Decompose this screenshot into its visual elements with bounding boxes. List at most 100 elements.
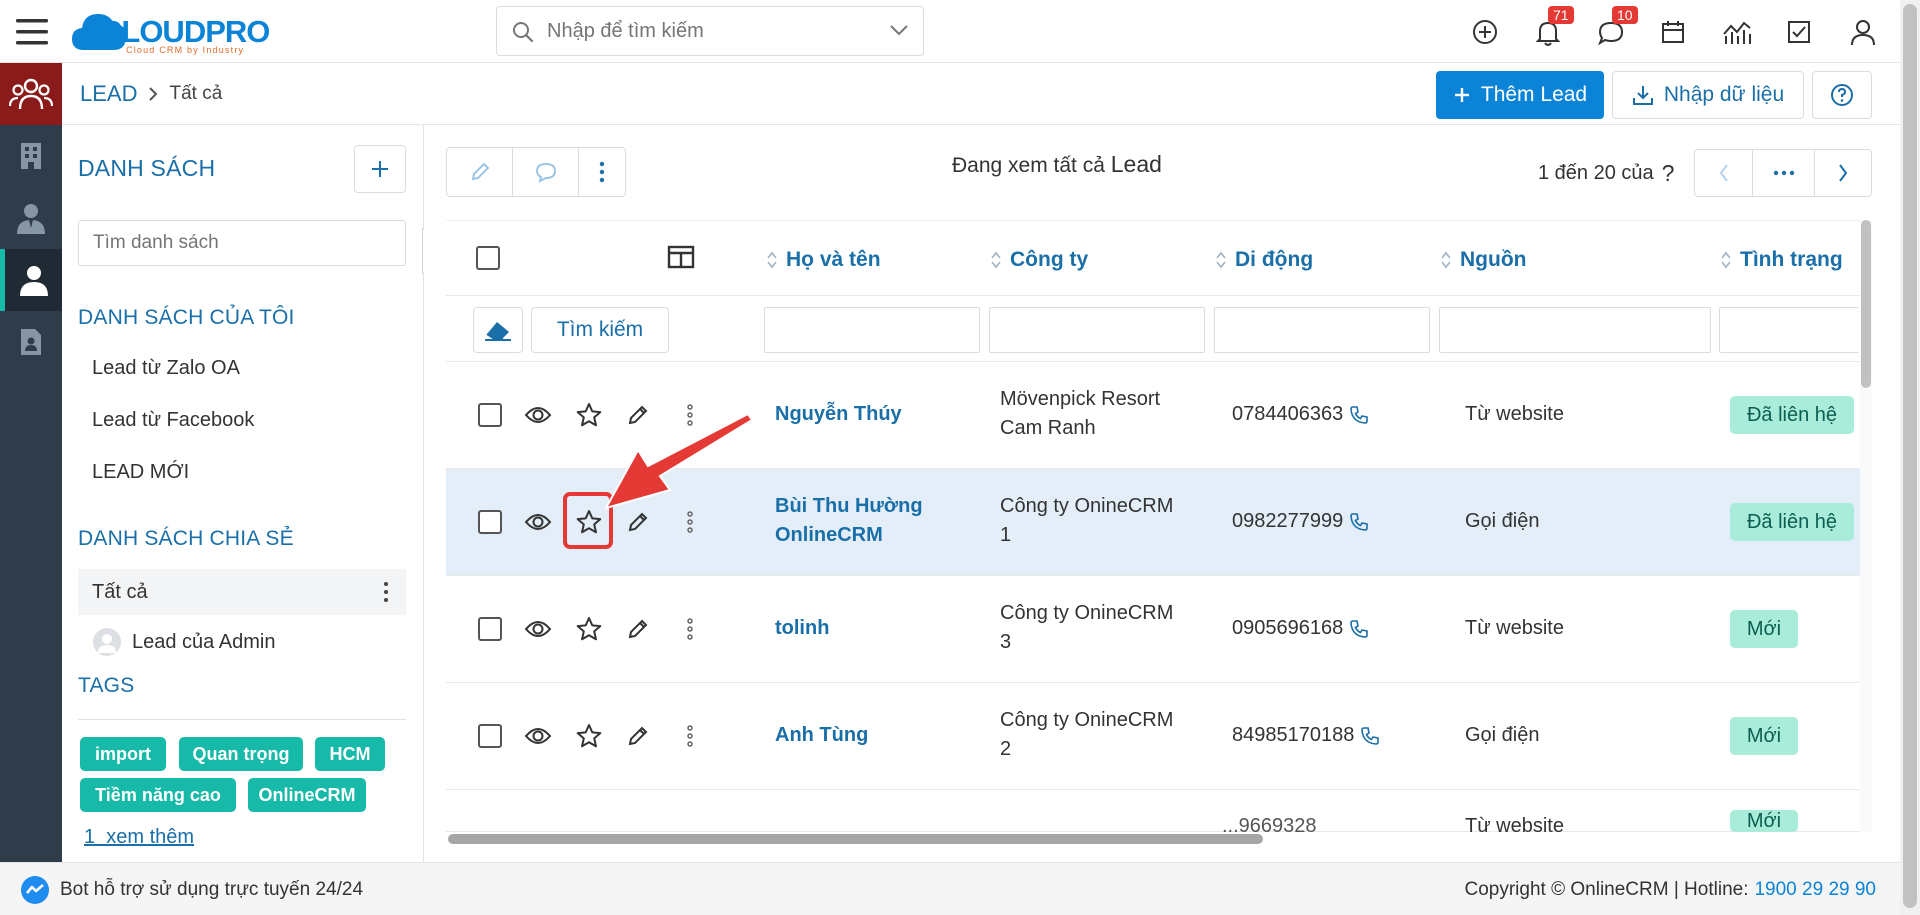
row-checkbox[interactable] [478, 510, 502, 534]
add-list-button[interactable] [354, 145, 406, 193]
help-button[interactable] [1812, 71, 1872, 119]
column-layout-icon[interactable] [667, 245, 695, 269]
clear-filter-button[interactable] [473, 307, 523, 353]
filter-company-input[interactable] [989, 307, 1205, 353]
rail-item-organizations[interactable] [0, 125, 62, 187]
breadcrumb-module-link[interactable]: LEAD [80, 81, 137, 107]
tag-chip[interactable]: Tiềm năng cao [80, 778, 236, 812]
sidebar-list-item-active[interactable]: Tất cả [78, 569, 406, 615]
filter-mobile-input[interactable] [1214, 307, 1430, 353]
rail-item-documents[interactable] [0, 311, 62, 373]
sidebar-list-item[interactable]: LEAD MỚI [92, 461, 189, 484]
import-data-button[interactable]: Nhập dữ liệu [1612, 71, 1804, 119]
list-search-input[interactable] [78, 220, 406, 266]
lead-name-link[interactable]: tolinh [775, 614, 829, 643]
edit-pencil-icon[interactable] [626, 617, 650, 641]
tasks-checkbox-icon[interactable] [1786, 19, 1812, 45]
star-icon[interactable] [575, 401, 603, 429]
phone-call-icon[interactable] [1360, 726, 1380, 746]
tag-chip[interactable]: HCM [315, 737, 385, 771]
next-page-button[interactable] [1815, 150, 1871, 196]
viewing-prefix: Đang xem tất cả [952, 154, 1105, 177]
sidebar-list-item[interactable]: Lead từ Zalo OA [92, 357, 240, 380]
filter-name-input[interactable] [764, 307, 980, 353]
row-checkbox[interactable] [478, 724, 502, 748]
sort-icon [1721, 251, 1731, 269]
company-cell: Công ty OnineCRM 2 [1000, 706, 1173, 764]
view-eye-icon[interactable] [524, 726, 552, 746]
table-vertical-scrollbar-thumb[interactable] [1861, 220, 1871, 388]
more-vertical-icon[interactable] [382, 581, 390, 603]
mass-comment-button[interactable] [513, 148, 579, 196]
column-header-source[interactable]: Nguồn [1440, 248, 1526, 272]
global-search-input[interactable] [547, 15, 867, 47]
edit-pencil-icon[interactable] [626, 724, 650, 748]
page-vertical-scrollbar-thumb[interactable] [1903, 4, 1917, 908]
rail-item-leads[interactable] [0, 249, 62, 311]
lead-person-icon [19, 266, 48, 296]
lead-name-link[interactable]: Anh Tùng [775, 721, 868, 750]
column-header-mobile[interactable]: Di động [1215, 248, 1313, 272]
row-more-icon[interactable] [686, 617, 694, 641]
star-icon[interactable] [575, 615, 603, 643]
hamburger-menu-icon[interactable] [14, 14, 50, 50]
sidebar-list-item-admin[interactable]: Lead của Admin [92, 627, 275, 657]
sidebar-list-item[interactable]: Lead từ Facebook [92, 409, 254, 432]
user-profile-icon[interactable] [1850, 18, 1876, 46]
rail-item-customers[interactable] [0, 63, 62, 125]
jump-page-button[interactable] [1753, 150, 1815, 196]
phone-call-icon[interactable] [1349, 405, 1369, 425]
filter-search-button[interactable]: Tìm kiếm [531, 307, 669, 353]
row-checkbox[interactable] [478, 403, 502, 427]
rail-item-contacts[interactable] [0, 187, 62, 249]
pagination-info: 1 đến 20 của ? [1538, 160, 1674, 187]
column-header-company[interactable]: Công ty [990, 248, 1088, 272]
more-actions-button[interactable] [579, 148, 625, 196]
phone-call-icon[interactable] [1349, 619, 1369, 639]
add-new-icon[interactable] [1472, 19, 1498, 45]
calendar-icon[interactable] [1660, 19, 1686, 45]
bot-support-text[interactable]: Bot hỗ trợ sử dụng trực tuyến 24/24 [60, 879, 363, 901]
phone-call-icon[interactable] [1349, 512, 1369, 532]
star-icon[interactable] [575, 722, 603, 750]
chevron-left-icon [1719, 164, 1728, 182]
global-search[interactable] [496, 6, 924, 56]
see-more-tags-link[interactable]: 1 xem thêm [84, 826, 194, 849]
filter-status-input[interactable] [1719, 307, 1859, 353]
horizontal-scrollbar[interactable] [446, 832, 1860, 846]
select-all-checkbox[interactable] [476, 246, 500, 270]
app-logo[interactable]: CLOUDPRO Cloud CRM by Industry [70, 4, 300, 60]
mass-action-toolbar [446, 147, 626, 197]
table-vertical-scrollbar[interactable] [1860, 220, 1872, 832]
filter-source-input[interactable] [1439, 307, 1711, 353]
reports-chart-icon[interactable] [1722, 18, 1752, 46]
pagination-total-unknown[interactable]: ? [1662, 160, 1675, 187]
view-eye-icon[interactable] [524, 619, 552, 639]
row-more-icon[interactable] [686, 724, 694, 748]
messenger-icon[interactable] [20, 875, 50, 905]
page-vertical-scrollbar[interactable] [1900, 0, 1920, 915]
row-checkbox[interactable] [478, 617, 502, 641]
chevron-down-icon[interactable] [889, 23, 909, 37]
help-circle-icon [1831, 84, 1853, 106]
tag-chip[interactable]: OnlineCRM [248, 778, 366, 812]
view-eye-icon[interactable] [524, 512, 552, 532]
row-more-icon[interactable] [686, 510, 694, 534]
sort-icon [767, 251, 777, 269]
lead-name-link[interactable]: Bùi Thu Hường OnlineCRM [775, 492, 923, 550]
lead-name-link[interactable]: Nguyễn Thúy [775, 400, 902, 429]
table-row[interactable] [446, 790, 1860, 832]
company-cell: Công ty OnineCRM 1 [1000, 492, 1173, 550]
mass-edit-button[interactable] [447, 148, 513, 196]
edit-pencil-icon[interactable] [626, 510, 650, 534]
prev-page-button[interactable] [1695, 150, 1753, 196]
hotline-link[interactable]: 1900 29 29 90 [1754, 879, 1876, 901]
tag-chip[interactable]: Quan trọng [179, 737, 303, 771]
view-eye-icon[interactable] [524, 405, 552, 425]
add-lead-button[interactable]: Thêm Lead [1436, 71, 1604, 119]
sidebar-list-label: Lead của Admin [132, 630, 276, 653]
tag-chip[interactable]: import [80, 737, 166, 771]
horizontal-scrollbar-thumb[interactable] [448, 834, 1263, 844]
column-header-status[interactable]: Tình trạng [1720, 248, 1843, 272]
column-header-name[interactable]: Họ và tên [766, 248, 881, 272]
